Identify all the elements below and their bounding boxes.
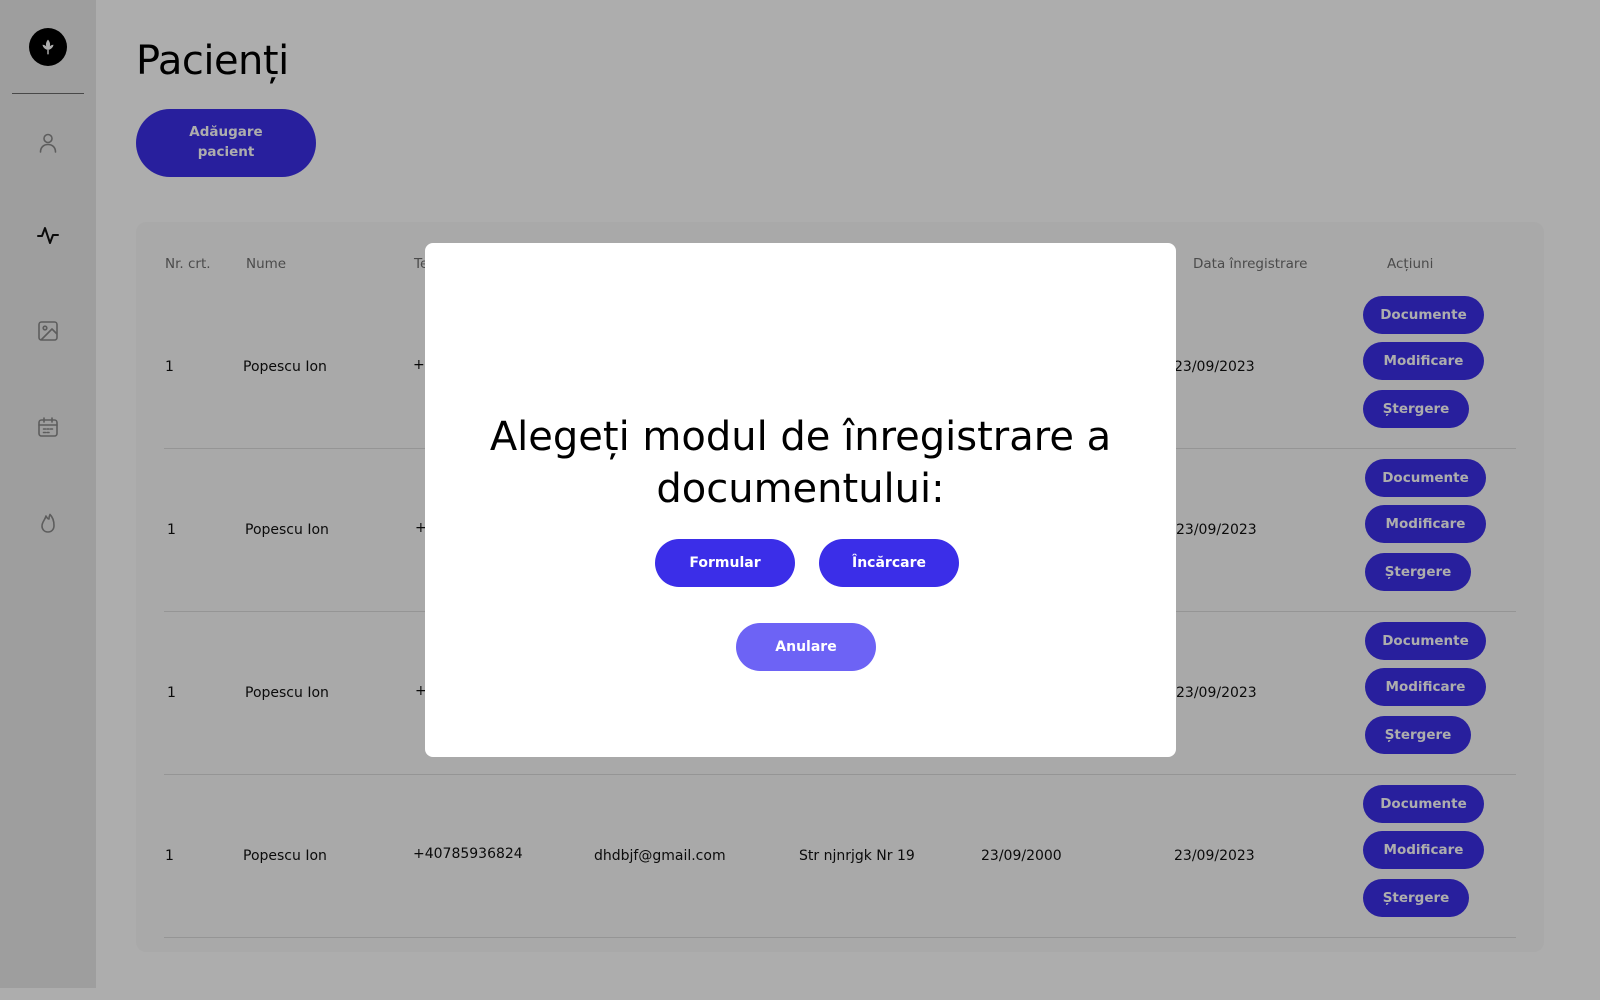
cancel-button[interactable]: Anulare xyxy=(736,623,876,671)
upload-button[interactable]: Încărcare xyxy=(819,539,959,587)
document-mode-modal: Alegeți modul de înregistrare a document… xyxy=(425,243,1176,757)
modal-title: Alegeți modul de înregistrare a document… xyxy=(489,414,1112,512)
form-button[interactable]: Formular xyxy=(655,539,795,587)
